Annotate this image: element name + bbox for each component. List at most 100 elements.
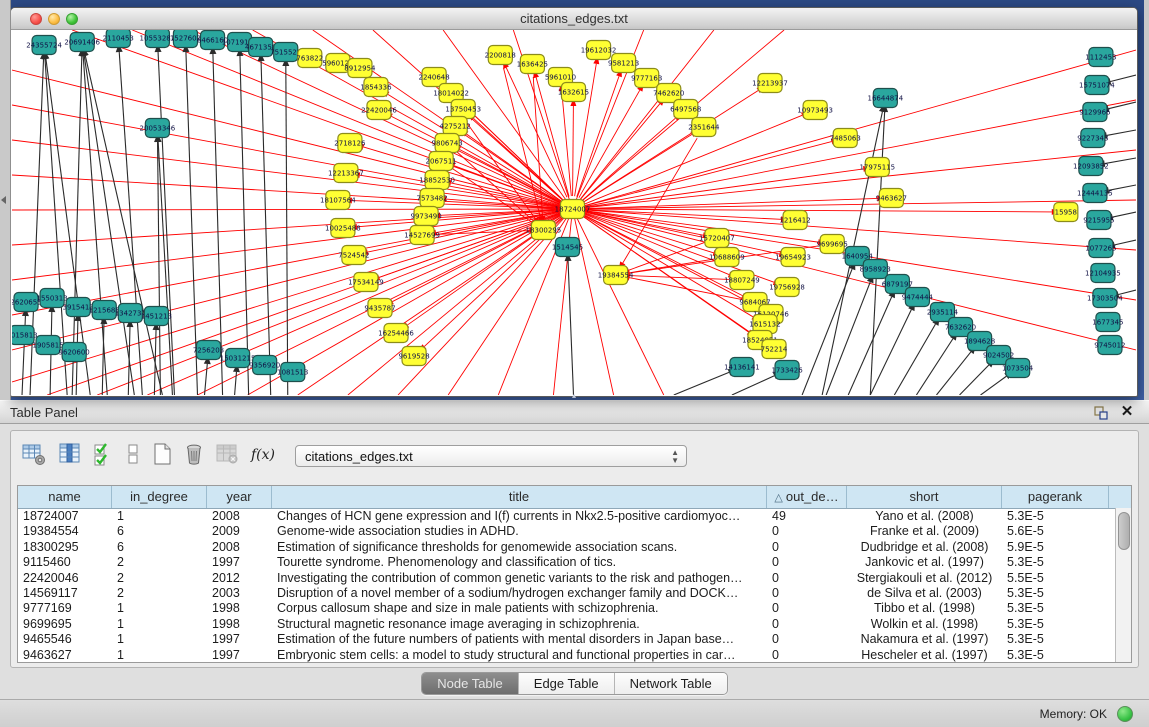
network-node[interactable]: 9806743: [432, 134, 463, 153]
table-cell-title[interactable]: Corpus callosum shape and size in male p…: [272, 601, 767, 616]
network-node[interactable]: 1677345: [1092, 313, 1123, 332]
network-node[interactable]: 17303504: [1087, 289, 1123, 308]
network-edge[interactable]: [119, 52, 142, 395]
table-cell-year[interactable]: 1998: [207, 601, 272, 616]
table-cell-year[interactable]: 2008: [207, 540, 272, 555]
collapse-panel-arrow-icon[interactable]: [1, 196, 6, 204]
table-cell-out_degree[interactable]: 0: [767, 617, 847, 632]
table-cell-year[interactable]: 1997: [207, 648, 272, 663]
table-cell-name[interactable]: 9777169: [18, 601, 112, 616]
column-header-short[interactable]: short: [847, 486, 1002, 508]
network-node[interactable]: 9581213: [608, 54, 639, 73]
network-node[interactable]: 9463627: [876, 189, 907, 208]
network-node[interactable]: 24355724: [26, 36, 62, 55]
network-node[interactable]: 9227343: [1077, 129, 1108, 148]
network-node[interactable]: 1451213: [141, 307, 172, 326]
network-edge[interactable]: [802, 269, 852, 395]
network-node[interactable]: 16644874: [867, 89, 903, 108]
delete-table-button[interactable]: [214, 441, 242, 469]
network-node[interactable]: 1514545: [552, 238, 583, 257]
table-cell-pagerank[interactable]: 5.3E-5: [1002, 648, 1109, 663]
network-node[interactable]: 9474444: [902, 288, 934, 307]
network-node[interactable]: 18807249: [724, 271, 760, 290]
network-node[interactable]: 15720407: [699, 229, 735, 248]
table-cell-name[interactable]: 9465546: [18, 632, 112, 647]
network-window-titlebar[interactable]: citations_edges.txt: [11, 8, 1137, 30]
network-edge[interactable]: [158, 52, 174, 395]
table-cell-name[interactable]: 9115460: [18, 555, 112, 570]
network-edge[interactable]: [960, 365, 989, 395]
network-node[interactable]: 7485063: [830, 129, 861, 148]
table-cell-out_degree[interactable]: 0: [767, 648, 847, 663]
network-node[interactable]: 8912954: [344, 59, 376, 78]
network-edge[interactable]: [572, 200, 1136, 209]
network-edge[interactable]: [630, 276, 729, 280]
network-edge[interactable]: [1109, 185, 1136, 190]
table-row[interactable]: 2242004622012Investigating the contribut…: [18, 571, 1131, 586]
table-cell-out_degree[interactable]: 0: [767, 540, 847, 555]
network-node[interactable]: 1636425: [517, 55, 548, 74]
network-edge[interactable]: [586, 209, 1052, 212]
delete-rows-button[interactable]: [181, 441, 209, 469]
network-edge[interactable]: [235, 372, 237, 395]
table-cell-name[interactable]: 19384554: [18, 524, 112, 539]
function-builder-button[interactable]: f(x): [251, 441, 279, 469]
table-cell-pagerank[interactable]: 5.3E-5: [1002, 509, 1109, 524]
table-cell-out_degree[interactable]: 0: [767, 555, 847, 570]
tab-network-table[interactable]: Network Table: [615, 673, 727, 694]
column-header-title[interactable]: title: [272, 486, 767, 508]
network-node[interactable]: 14527699: [404, 226, 440, 245]
table-cell-pagerank[interactable]: 5.3E-5: [1002, 617, 1109, 632]
table-cell-in_degree[interactable]: 2: [112, 555, 207, 570]
network-node[interactable]: 9356920: [249, 356, 280, 375]
network-node[interactable]: 9215955: [1083, 211, 1114, 230]
table-cell-out_degree[interactable]: 0: [767, 586, 847, 601]
table-cell-short[interactable]: Dudbridge et al. (2008): [847, 540, 1002, 555]
split-divider-grip[interactable]: ▴: [566, 392, 582, 400]
table-cell-title[interactable]: Changes of HCN gene expression and I(f) …: [272, 509, 767, 524]
table-row[interactable]: 1938455462009Genome-wide association stu…: [18, 524, 1131, 539]
table-row[interactable]: 946362711997Embryonic stem cells: a mode…: [18, 648, 1131, 663]
network-node[interactable]: 18107564: [320, 191, 356, 210]
table-cell-title[interactable]: Estimation of significance thresholds fo…: [272, 540, 767, 555]
network-edge[interactable]: [582, 118, 675, 200]
network-node[interactable]: 9129966: [1079, 103, 1111, 122]
table-cell-out_degree[interactable]: 0: [767, 632, 847, 647]
network-node[interactable]: 12213937: [752, 74, 788, 93]
network-edge[interactable]: [568, 261, 573, 395]
network-edge[interactable]: [1105, 158, 1136, 164]
table-cell-out_degree[interactable]: 0: [767, 571, 847, 586]
table-cell-pagerank[interactable]: 5.3E-5: [1002, 555, 1109, 570]
network-node[interactable]: 15751074: [1079, 76, 1115, 95]
new-document-button[interactable]: [149, 441, 177, 469]
column-header-out_degree[interactable]: △ out_de…: [767, 486, 847, 508]
table-cell-title[interactable]: Investigating the contribution of common…: [272, 571, 767, 586]
network-node[interactable]: 1112453: [1085, 48, 1116, 67]
network-node[interactable]: 9699695: [817, 235, 848, 254]
table-cell-title[interactable]: Estimation of the future numbers of pati…: [272, 632, 767, 647]
network-node[interactable]: 7573482: [417, 189, 448, 208]
table-cell-out_degree[interactable]: 0: [767, 601, 847, 616]
network-edge[interactable]: [572, 150, 1136, 209]
deselect-all-button[interactable]: [120, 441, 148, 469]
table-cell-in_degree[interactable]: 1: [112, 632, 207, 647]
network-node[interactable]: 2200818: [485, 46, 516, 65]
network-edge[interactable]: [870, 310, 911, 395]
network-node[interactable]: 1073504: [1002, 359, 1034, 378]
table-cell-short[interactable]: Wolkin et al. (1998): [847, 617, 1002, 632]
network-node[interactable]: 2067511: [426, 152, 457, 171]
network-node[interactable]: 14136141: [724, 358, 760, 377]
network-node[interactable]: 9619528: [398, 347, 429, 366]
network-edge[interactable]: [572, 209, 613, 395]
network-node[interactable]: 1632615: [558, 83, 589, 102]
table-cell-title[interactable]: Structural magnetic resonance image aver…: [272, 617, 767, 632]
table-settings-button[interactable]: [21, 441, 49, 469]
table-cell-in_degree[interactable]: 1: [112, 648, 207, 663]
table-cell-pagerank[interactable]: 5.3E-5: [1002, 632, 1109, 647]
network-edge[interactable]: [732, 376, 774, 395]
network-edge[interactable]: [579, 90, 640, 197]
table-row[interactable]: 969969511998Structural magnetic resonanc…: [18, 617, 1131, 632]
table-cell-in_degree[interactable]: 6: [112, 524, 207, 539]
table-cell-short[interactable]: Tibbo et al. (1998): [847, 601, 1002, 616]
table-cell-in_degree[interactable]: 2: [112, 586, 207, 601]
